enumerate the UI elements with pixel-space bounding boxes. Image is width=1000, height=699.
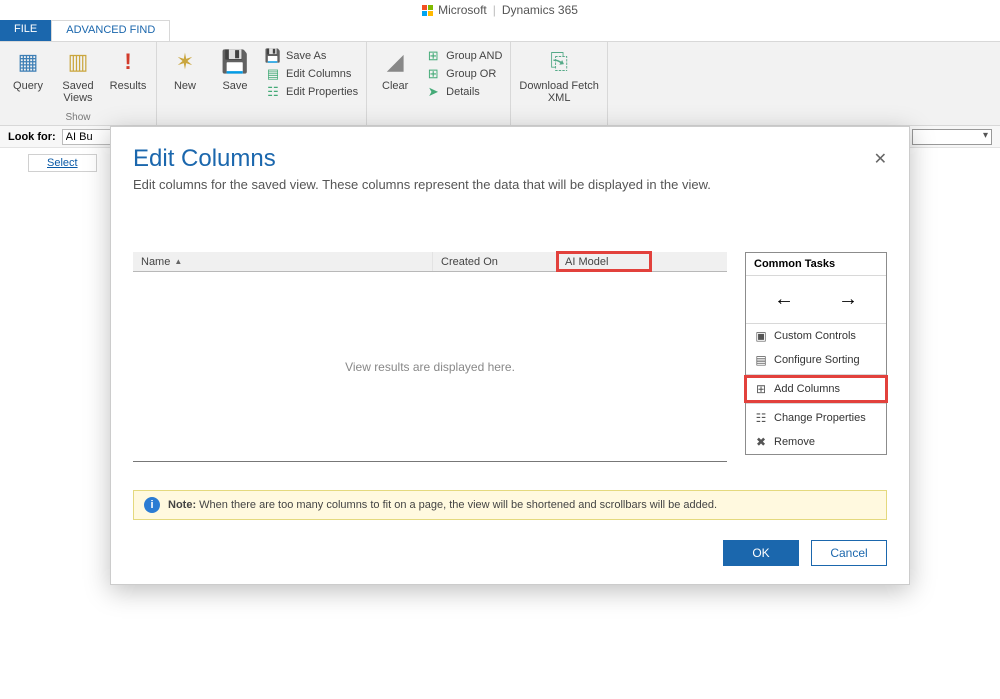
- close-icon[interactable]: ✕: [874, 149, 887, 169]
- note-text: Note: When there are too many columns to…: [168, 499, 717, 511]
- task-separator: [746, 403, 886, 404]
- note-label: Note:: [168, 499, 196, 511]
- task-configure-sorting[interactable]: ▤ Configure Sorting: [746, 348, 886, 372]
- task-custom-controls[interactable]: ▣ Custom Controls: [746, 324, 886, 348]
- common-tasks-title: Common Tasks: [746, 253, 886, 276]
- cancel-button[interactable]: Cancel: [811, 540, 887, 566]
- grid-body-placeholder: View results are displayed here.: [133, 272, 727, 462]
- info-icon: i: [144, 497, 160, 513]
- column-header-filler: [651, 252, 727, 271]
- modal-title: Edit Columns: [133, 145, 887, 173]
- task-change-properties-label: Change Properties: [774, 412, 866, 424]
- ok-button[interactable]: OK: [723, 540, 799, 566]
- configure-sorting-icon: ▤: [754, 353, 768, 367]
- modal-subtitle: Edit columns for the saved view. These c…: [133, 177, 887, 192]
- column-header-name[interactable]: Name ▲: [133, 252, 433, 271]
- change-properties-icon: ☷: [754, 411, 768, 425]
- move-right-button[interactable]: →: [838, 288, 858, 311]
- sort-asc-icon: ▲: [174, 257, 182, 266]
- column-header-ai-model[interactable]: AI Model: [557, 252, 651, 271]
- note-bar: i Note: When there are too many columns …: [133, 490, 887, 520]
- task-remove-label: Remove: [774, 436, 815, 448]
- add-columns-icon: ⊞: [754, 382, 768, 396]
- columns-grid: Name ▲ Created On AI Model View results …: [133, 252, 727, 462]
- modal-backdrop: ✕ Edit Columns Edit columns for the save…: [0, 0, 1000, 699]
- task-remove[interactable]: ✖ Remove: [746, 430, 886, 454]
- task-add-columns[interactable]: ⊞ Add Columns: [746, 377, 886, 401]
- task-add-columns-label: Add Columns: [774, 383, 840, 395]
- common-tasks-panel: Common Tasks ← → ▣ Custom Controls ▤ Confi…: [745, 252, 887, 455]
- custom-controls-icon: ▣: [754, 329, 768, 343]
- grid-header-row: Name ▲ Created On AI Model: [133, 252, 727, 272]
- task-configure-sorting-label: Configure Sorting: [774, 354, 860, 366]
- edit-columns-modal: ✕ Edit Columns Edit columns for the save…: [110, 126, 910, 585]
- note-body: When there are too many columns to fit o…: [199, 499, 717, 511]
- col-name-label: Name: [141, 256, 170, 268]
- task-custom-controls-label: Custom Controls: [774, 330, 856, 342]
- task-change-properties[interactable]: ☷ Change Properties: [746, 406, 886, 430]
- task-separator: [746, 374, 886, 375]
- move-left-button[interactable]: ←: [774, 288, 794, 311]
- remove-icon: ✖: [754, 435, 768, 449]
- column-header-created-on[interactable]: Created On: [433, 252, 557, 271]
